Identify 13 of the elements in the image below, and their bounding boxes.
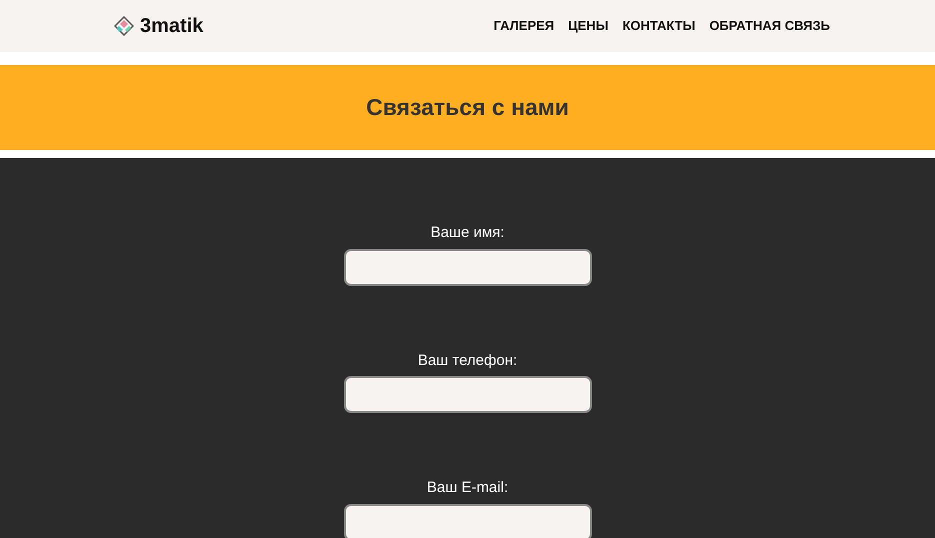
input-field[interactable] [344, 248, 592, 286]
page-title: Связаться с нами [366, 93, 569, 122]
input-field[interactable] [344, 376, 592, 413]
input-field[interactable] [344, 504, 592, 538]
field-label: Ваше имя: [430, 223, 504, 243]
nav-link[interactable]: КОНТАКТЫ [622, 16, 696, 36]
field-label: Ваш E-mail: [426, 478, 508, 498]
logo-text[interactable]: 3matik [140, 11, 204, 41]
logo-icon [114, 16, 134, 36]
nav-link[interactable]: ЦЕНЫ [568, 16, 608, 36]
field-label: Ваш телефон: [418, 350, 518, 370]
nav-link[interactable]: ОБРАТНАЯ СВЯЗЬ [709, 16, 830, 36]
nav-link[interactable]: ГАЛЕРЕЯ [494, 16, 554, 36]
